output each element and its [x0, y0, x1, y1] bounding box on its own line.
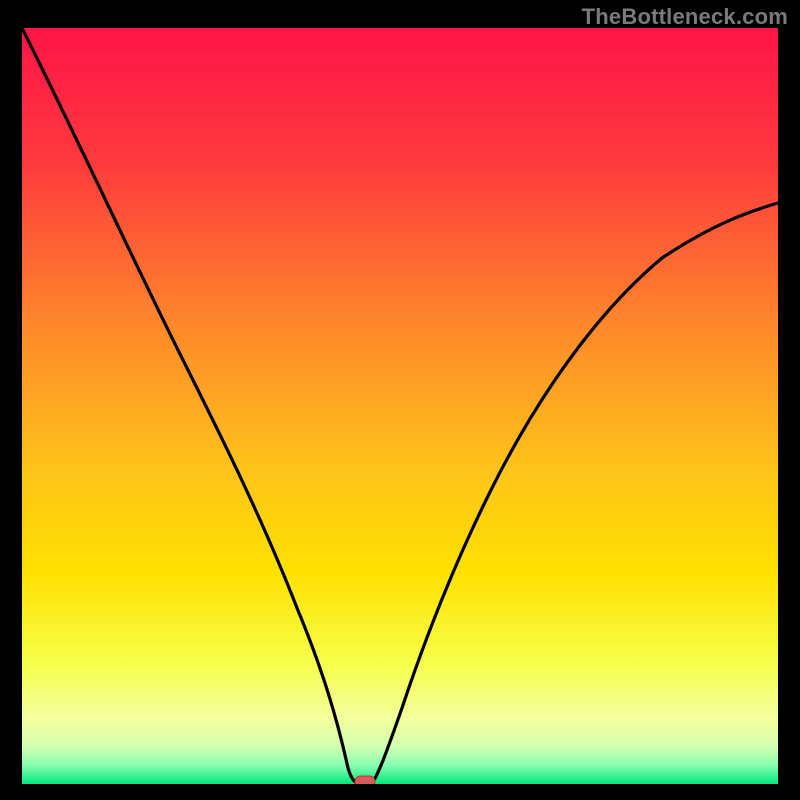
optimum-marker	[355, 776, 375, 784]
watermark-text: TheBottleneck.com	[582, 4, 788, 30]
chart-frame: TheBottleneck.com	[0, 0, 800, 800]
gradient-background	[22, 28, 778, 784]
plot-svg	[22, 28, 778, 784]
bottleneck-plot	[22, 28, 778, 784]
